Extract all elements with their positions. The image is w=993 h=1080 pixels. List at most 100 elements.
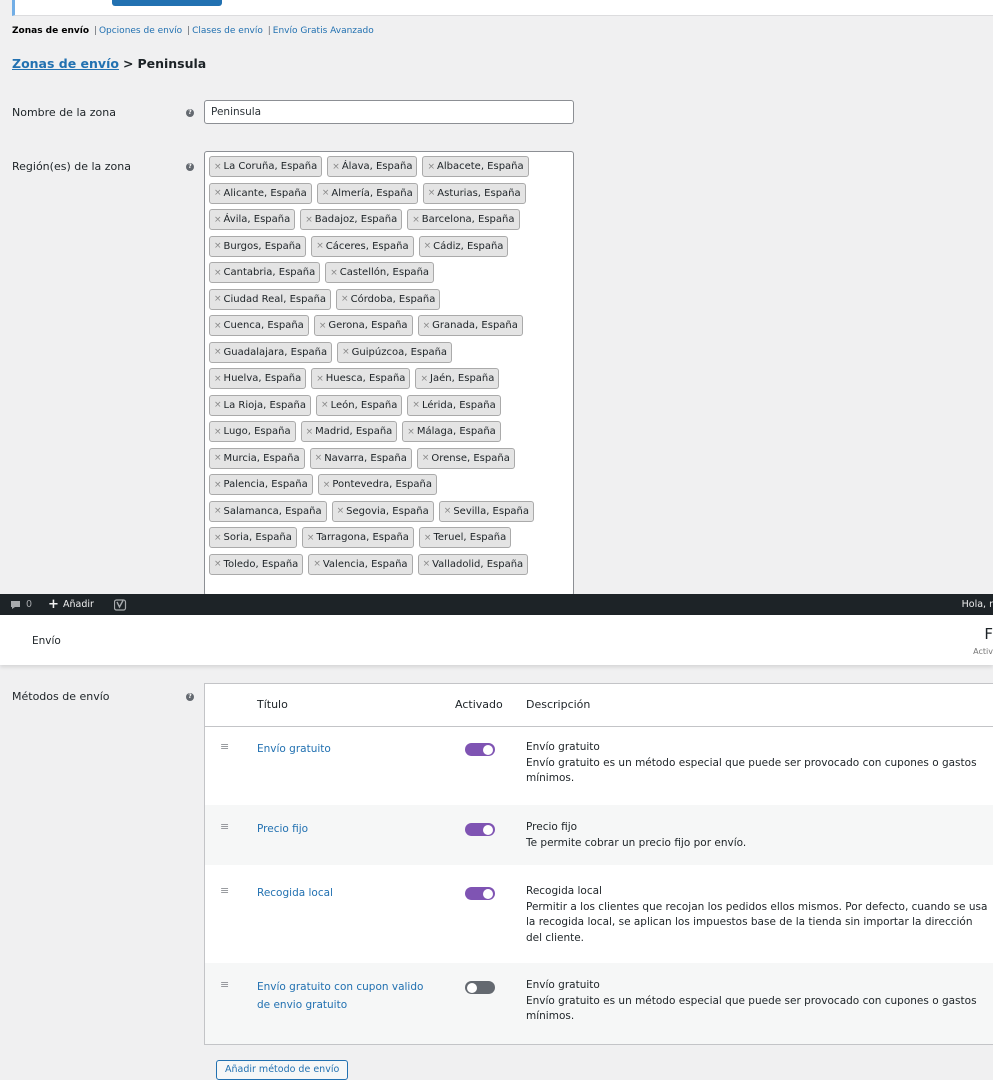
region-chip: × Guadalajara, España [209, 341, 333, 363]
remove-region-icon[interactable]: × [341, 294, 349, 304]
remove-region-icon[interactable]: × [214, 268, 222, 278]
toggle-knob [483, 888, 493, 899]
remove-region-icon[interactable]: × [214, 453, 222, 463]
region-row: × Lugo, España × Madrid, España × Málaga, Esp… [209, 421, 573, 448]
remove-region-icon[interactable]: × [214, 188, 222, 198]
region-chip: × Palencia, España [209, 474, 313, 495]
remove-region-icon[interactable]: × [214, 347, 222, 357]
method-title-link[interactable]: Envío gratuito [257, 740, 437, 758]
remove-region-icon[interactable]: × [306, 427, 314, 437]
zone-regions-select[interactable]: × La Coruña, España × Álava, España × Albacet… [204, 151, 574, 596]
method-title-link[interactable]: Recogida local [257, 884, 437, 902]
page-header: Envío F Activ [0, 615, 993, 665]
header-right-title[interactable]: F [984, 625, 993, 643]
remove-region-icon[interactable]: × [214, 506, 222, 516]
method-enabled-toggle[interactable] [465, 823, 495, 836]
remove-region-icon[interactable]: × [330, 268, 338, 278]
region-chip-label: Huelva, España [223, 373, 302, 384]
remove-region-icon[interactable]: × [316, 241, 324, 251]
remove-region-icon[interactable]: × [214, 241, 222, 251]
table-header: Título Activado Descripción [205, 684, 993, 727]
remove-region-icon[interactable]: × [412, 400, 420, 410]
region-chip-label: Álava, España [341, 161, 413, 172]
remove-region-icon[interactable]: × [337, 506, 345, 516]
help-icon[interactable]: ? [186, 109, 194, 117]
region-chip-label: La Coruña, España [223, 161, 318, 172]
method-enabled-toggle[interactable] [465, 981, 495, 994]
region-chip-label: Burgos, España [223, 240, 302, 252]
region-chip-label: Gerona, España [328, 320, 408, 331]
remove-region-icon[interactable]: × [305, 215, 313, 225]
remove-region-icon[interactable]: × [424, 533, 432, 543]
help-icon[interactable]: ? [186, 693, 194, 701]
drag-handle-icon[interactable]: ≡ [220, 740, 229, 753]
method-description-text: Envío gratuito es un método especial que… [526, 994, 977, 1023]
comments-icon[interactable] [10, 594, 21, 615]
remove-region-icon[interactable]: × [422, 453, 430, 463]
region-row: × Cantabria, España × Castellón, España [209, 262, 573, 289]
breadcrumb-zones-link[interactable]: Zonas de envío [12, 56, 119, 71]
remove-region-icon[interactable]: × [307, 533, 315, 543]
remove-region-icon[interactable]: × [428, 188, 436, 198]
remove-region-icon[interactable]: × [424, 241, 432, 251]
remove-region-icon[interactable]: × [444, 506, 452, 516]
region-chip: × Cantabria, España [209, 262, 321, 283]
remove-region-icon[interactable]: × [313, 559, 321, 569]
remove-region-icon[interactable]: × [214, 533, 222, 543]
remove-region-icon[interactable]: × [214, 400, 222, 410]
region-chip: × Tarragona, España [301, 527, 414, 548]
remove-region-icon[interactable]: × [214, 480, 222, 490]
region-chip: × Cáceres, España [311, 235, 414, 257]
method-enabled-toggle[interactable] [465, 887, 495, 900]
drag-handle-icon[interactable]: ≡ [220, 820, 229, 833]
toggle-knob [467, 982, 477, 993]
remove-region-icon[interactable]: × [214, 321, 222, 331]
remove-region-icon[interactable]: × [322, 188, 330, 198]
region-chip-label: Pontevedra, España [332, 479, 432, 490]
region-chip-label: Cuenca, España [223, 320, 304, 331]
subnav-options[interactable]: Opciones de envío [99, 26, 182, 36]
greeting-account[interactable]: Hola, r [962, 594, 993, 615]
region-chip-label: Huesca, España [325, 373, 406, 384]
new-menu-label[interactable]: Añadir [63, 594, 94, 615]
comments-count[interactable]: 0 [26, 594, 32, 615]
subnav-zones[interactable]: Zonas de envío [12, 26, 89, 36]
region-row: × Murcia, España × Navarra, España × Orense, … [209, 447, 573, 475]
remove-region-icon[interactable]: × [315, 453, 323, 463]
region-row: × Huelva, España × Huesca, España × Jaén, Esp… [209, 368, 573, 395]
help-icon[interactable]: ? [186, 163, 194, 171]
method-title-link[interactable]: Envío gratuito con cupon valido de envio… [257, 978, 437, 1014]
add-shipping-method-button[interactable]: Añadir método de envío [216, 1060, 349, 1080]
column-enabled: Activado [455, 698, 503, 711]
remove-region-icon[interactable]: × [214, 215, 222, 225]
remove-region-icon[interactable]: × [323, 480, 331, 490]
remove-region-icon[interactable]: × [214, 162, 222, 172]
column-description: Descripción [526, 698, 591, 711]
remove-region-icon[interactable]: × [342, 347, 350, 357]
remove-region-icon[interactable]: × [423, 321, 431, 331]
plus-icon[interactable]: + [48, 594, 59, 615]
region-chip-label: Orense, España [431, 452, 510, 464]
remove-region-icon[interactable]: × [427, 162, 435, 172]
remove-region-icon[interactable]: × [332, 162, 340, 172]
drag-handle-icon[interactable]: ≡ [220, 884, 229, 897]
remove-region-icon[interactable]: × [321, 400, 329, 410]
remove-region-icon[interactable]: × [412, 215, 420, 225]
notice-button[interactable] [112, 0, 222, 6]
drag-handle-icon[interactable]: ≡ [220, 978, 229, 991]
remove-region-icon[interactable]: × [420, 374, 428, 384]
remove-region-icon[interactable]: × [214, 427, 222, 437]
subnav-classes[interactable]: Clases de envío [192, 26, 263, 36]
yoast-icon[interactable] [113, 594, 127, 615]
remove-region-icon[interactable]: × [214, 559, 222, 569]
remove-region-icon[interactable]: × [316, 374, 324, 384]
subnav-free-shipping-advanced[interactable]: Envío Gratis Avanzado [273, 26, 374, 36]
remove-region-icon[interactable]: × [214, 374, 222, 384]
method-title-link[interactable]: Precio fijo [257, 820, 437, 838]
remove-region-icon[interactable]: × [214, 294, 222, 304]
remove-region-icon[interactable]: × [407, 427, 415, 437]
remove-region-icon[interactable]: × [319, 321, 327, 331]
remove-region-icon[interactable]: × [423, 559, 431, 569]
method-enabled-toggle[interactable] [465, 743, 495, 756]
zone-name-input[interactable] [204, 100, 574, 124]
